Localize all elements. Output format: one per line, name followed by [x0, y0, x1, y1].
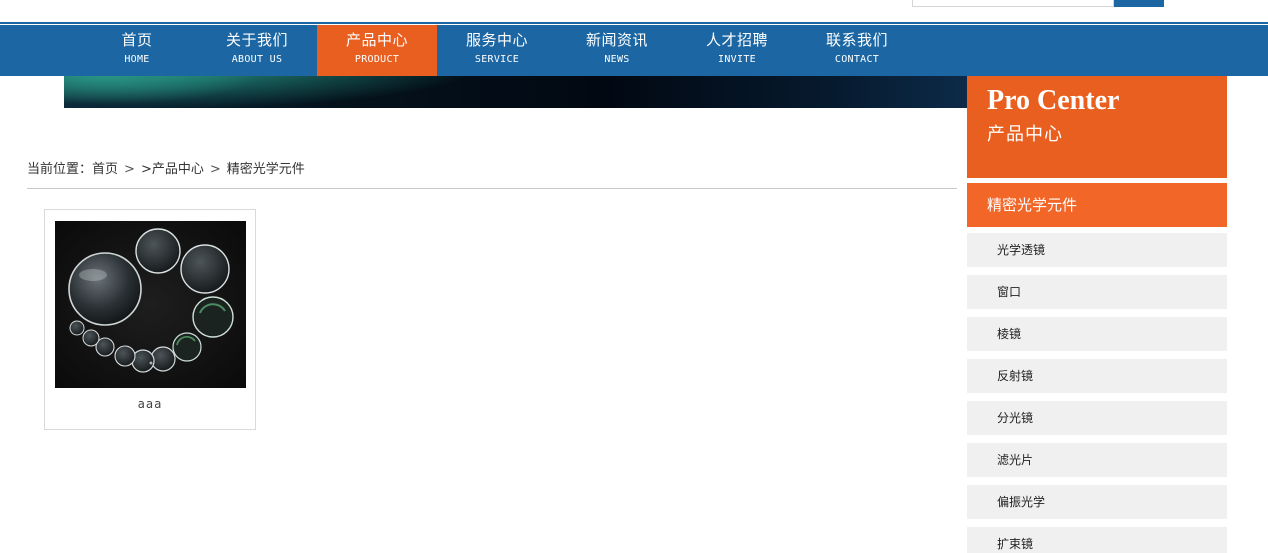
sidebar-item[interactable]: 棱镜: [967, 317, 1227, 351]
sidebar-list: 光学透镜 窗口 棱镜 反射镜 分光镜 滤光片 偏振光学 扩束镜: [967, 233, 1227, 553]
main-nav: 首页 HOME 关于我们 ABOUT US 产品中心 PRODUCT 服务中心 …: [0, 25, 1268, 76]
sidebar-header: Pro Center 产品中心: [967, 76, 1227, 178]
product-name[interactable]: aaa: [45, 397, 255, 411]
sidebar-item[interactable]: 偏振光学: [967, 485, 1227, 519]
nav-item-sublabel: CONTACT: [834, 54, 880, 65]
nav-item-label: 首页: [121, 31, 153, 49]
sidebar-title-zh: 产品中心: [987, 124, 1063, 145]
sidebar-item[interactable]: 光学透镜: [967, 233, 1227, 267]
banner-image: [64, 76, 967, 108]
nav-item-product[interactable]: 产品中心 PRODUCT: [317, 25, 437, 76]
breadcrumb-home-link[interactable]: 首页: [92, 162, 118, 177]
nav-item-sublabel: INVITE: [718, 54, 756, 65]
breadcrumb-separator: >: [209, 162, 221, 177]
nav-item-sublabel: ABOUT US: [231, 54, 283, 65]
nav-item-sublabel: HOME: [124, 54, 150, 65]
header-divider: [0, 22, 1268, 24]
nav-item-home[interactable]: 首页 HOME: [77, 25, 197, 76]
nav-item-label: 新闻资讯: [585, 31, 648, 49]
nav-item-about[interactable]: 关于我们 ABOUT US: [197, 25, 317, 76]
nav-item-contact[interactable]: 联系我们 CONTACT: [797, 25, 917, 76]
product-image[interactable]: [55, 221, 246, 388]
sidebar-item[interactable]: 扩束镜: [967, 527, 1227, 553]
breadcrumb-prefix: 当前位置：: [27, 162, 93, 177]
nav-item-service[interactable]: 服务中心 SERVICE: [437, 25, 557, 76]
nav-item-label: 产品中心: [345, 31, 408, 49]
product-card[interactable]: aaa: [44, 209, 256, 430]
sidebar-item[interactable]: 窗口: [967, 275, 1227, 309]
nav-item-sublabel: PRODUCT: [354, 54, 400, 65]
search-button[interactable]: [1114, 0, 1164, 7]
breadcrumb-separator: >: [124, 162, 135, 177]
sidebar-category[interactable]: 精密光学元件: [967, 183, 1227, 227]
sidebar-item[interactable]: 反射镜: [967, 359, 1227, 393]
breadcrumb-current[interactable]: 精密光学元件: [227, 162, 305, 177]
nav-item-news[interactable]: 新闻资讯 NEWS: [557, 25, 677, 76]
sidebar-item[interactable]: 分光镜: [967, 401, 1227, 435]
optical-lenses-photo: [55, 221, 246, 388]
sidebar-item[interactable]: 滤光片: [967, 443, 1227, 477]
sidebar-title-en: Pro Center: [987, 85, 1120, 116]
nav-item-sublabel: SERVICE: [474, 54, 520, 65]
nav-item-label: 服务中心: [465, 31, 528, 49]
nav-item-sublabel: NEWS: [604, 54, 630, 65]
breadcrumb: 当前位置：首页 > >产品中心 > 精密光学元件: [27, 160, 957, 189]
nav-item-label: 联系我们: [825, 31, 888, 49]
nav-item-label: 关于我们: [225, 31, 288, 49]
nav-item-invite[interactable]: 人才招聘 INVITE: [677, 25, 797, 76]
nav-item-label: 人才招聘: [705, 31, 768, 49]
breadcrumb-product-link[interactable]: >产品中心: [141, 162, 204, 177]
search-input[interactable]: [912, 0, 1114, 7]
